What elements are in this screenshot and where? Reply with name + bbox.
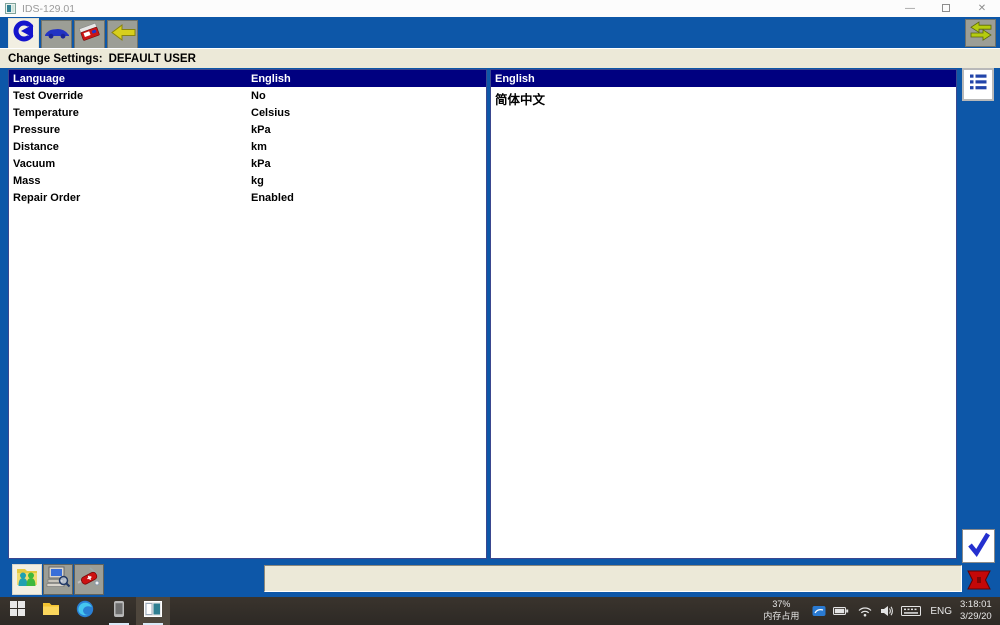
main-content: Language English Test Override No Temper…	[0, 68, 1000, 563]
ids-app-window: IDS-129.01 — ✕ Change Settings: DEFAULT …	[0, 0, 1000, 597]
edge-browser-button[interactable]	[68, 597, 102, 625]
memory-usage-widget[interactable]: 37% 内存占用	[763, 599, 799, 622]
setting-row-vacuum[interactable]: Vacuum kPa	[9, 155, 486, 172]
setting-label: Test Override	[13, 89, 84, 102]
main-toolbar	[0, 17, 1000, 48]
ids-app-icon	[144, 600, 162, 622]
windows-taskbar: 37% 内存占用 ENG 3:18:01 3/29/20	[0, 597, 1000, 625]
window-title: IDS-129.01	[22, 2, 76, 15]
tab-session[interactable]	[8, 18, 39, 48]
yellow-arrow-icon	[110, 23, 136, 46]
setting-value: km	[251, 140, 267, 153]
ids-session-icon	[12, 19, 36, 48]
memory-label: 内存占用	[763, 611, 800, 621]
bottom-tab-tools[interactable]	[74, 564, 104, 595]
close-button[interactable]: ✕	[964, 0, 1000, 17]
page-title: Change Settings:	[8, 53, 103, 65]
tray-app-icon[interactable]	[812, 605, 826, 617]
tab-previous[interactable]	[107, 20, 138, 48]
setting-value: English	[251, 72, 291, 85]
setting-value: kPa	[251, 157, 271, 170]
ids-app-taskbar-button[interactable]	[136, 597, 170, 625]
car-icon	[44, 25, 70, 45]
users-folder-icon	[14, 565, 40, 594]
current-user: DEFAULT USER	[108, 53, 196, 65]
page-title-bar: Change Settings: DEFAULT USER	[0, 48, 1000, 68]
title-bar: IDS-129.01 — ✕	[0, 0, 1000, 17]
computer-search-icon	[45, 565, 71, 594]
engine-toolbox-icon	[78, 20, 102, 49]
swap-arrows-icon	[969, 20, 993, 46]
setting-value: Enabled	[251, 191, 294, 204]
setting-row-temperature[interactable]: Temperature Celsius	[9, 104, 486, 121]
setting-row-mass[interactable]: Mass kg	[9, 172, 486, 189]
setting-row-pressure[interactable]: Pressure kPa	[9, 121, 486, 138]
bottom-tab-system-search[interactable]	[43, 564, 73, 595]
setting-row-repair-order[interactable]: Repair Order Enabled	[9, 189, 486, 206]
touch-keyboard-icon[interactable]	[900, 605, 921, 617]
wifi-icon[interactable]	[857, 605, 873, 617]
volume-icon[interactable]	[880, 605, 894, 617]
bottom-bar	[0, 560, 1000, 597]
taskbar-clock[interactable]: 3:18:01 3/29/20	[960, 599, 1000, 624]
check-icon	[965, 530, 992, 562]
memory-percent: 37%	[772, 599, 791, 610]
swiss-knife-icon	[76, 565, 102, 594]
setting-label: Mass	[13, 174, 41, 187]
vcm-status-icon	[966, 570, 992, 590]
phone-app-button[interactable]	[102, 597, 136, 625]
window-controls: — ✕	[892, 0, 1000, 17]
system-tray: 37% 内存占用 ENG 3:18:01 3/29/20	[763, 597, 1000, 625]
swap-screen-button[interactable]	[965, 19, 996, 47]
setting-label: Distance	[13, 140, 59, 153]
folder-icon	[42, 601, 60, 621]
setting-value: No	[251, 89, 266, 102]
file-explorer-button[interactable]	[34, 597, 68, 625]
toolbar-tabs	[8, 18, 138, 48]
battery-icon[interactable]	[832, 605, 850, 617]
setting-value: kg	[251, 174, 264, 187]
option-list-button[interactable]	[962, 68, 994, 101]
bottom-tab-users[interactable]	[12, 564, 42, 595]
clock-time: 3:18:01	[960, 598, 992, 610]
option-label: English	[495, 72, 535, 85]
status-bar	[264, 565, 962, 592]
phone-icon	[113, 600, 125, 623]
setting-value: Celsius	[251, 106, 291, 119]
windows-logo-icon	[9, 601, 25, 621]
setting-label: Repair Order	[13, 191, 81, 204]
setting-value: kPa	[251, 123, 271, 136]
setting-row-distance[interactable]: Distance km	[9, 138, 486, 155]
setting-label: Vacuum	[13, 157, 56, 170]
setting-label: Temperature	[13, 106, 79, 119]
maximize-icon	[942, 4, 950, 12]
start-button[interactable]	[0, 597, 34, 625]
setting-label: Language	[13, 72, 65, 85]
tab-toolbox[interactable]	[74, 20, 105, 48]
option-label: 简体中文	[495, 93, 546, 107]
bottom-tabs	[12, 564, 104, 595]
setting-row-test-override[interactable]: Test Override No	[9, 87, 486, 104]
input-language-indicator[interactable]: ENG	[930, 606, 952, 617]
option-simplified-chinese[interactable]: 简体中文	[491, 87, 956, 108]
confirm-button[interactable]	[962, 529, 995, 563]
edge-icon	[76, 600, 94, 623]
setting-label: Pressure	[13, 123, 61, 136]
minimize-button[interactable]: —	[892, 0, 928, 17]
maximize-button[interactable]	[928, 0, 964, 17]
tab-vehicle[interactable]	[41, 20, 72, 48]
clock-date: 3/29/20	[960, 611, 992, 622]
list-icon	[967, 71, 989, 98]
option-selected-english[interactable]: English	[491, 70, 956, 87]
setting-row-language[interactable]: Language English	[9, 70, 486, 87]
settings-list-panel: Language English Test Override No Temper…	[8, 69, 487, 559]
app-icon	[5, 3, 16, 14]
language-options-panel: English 简体中文	[490, 69, 957, 559]
